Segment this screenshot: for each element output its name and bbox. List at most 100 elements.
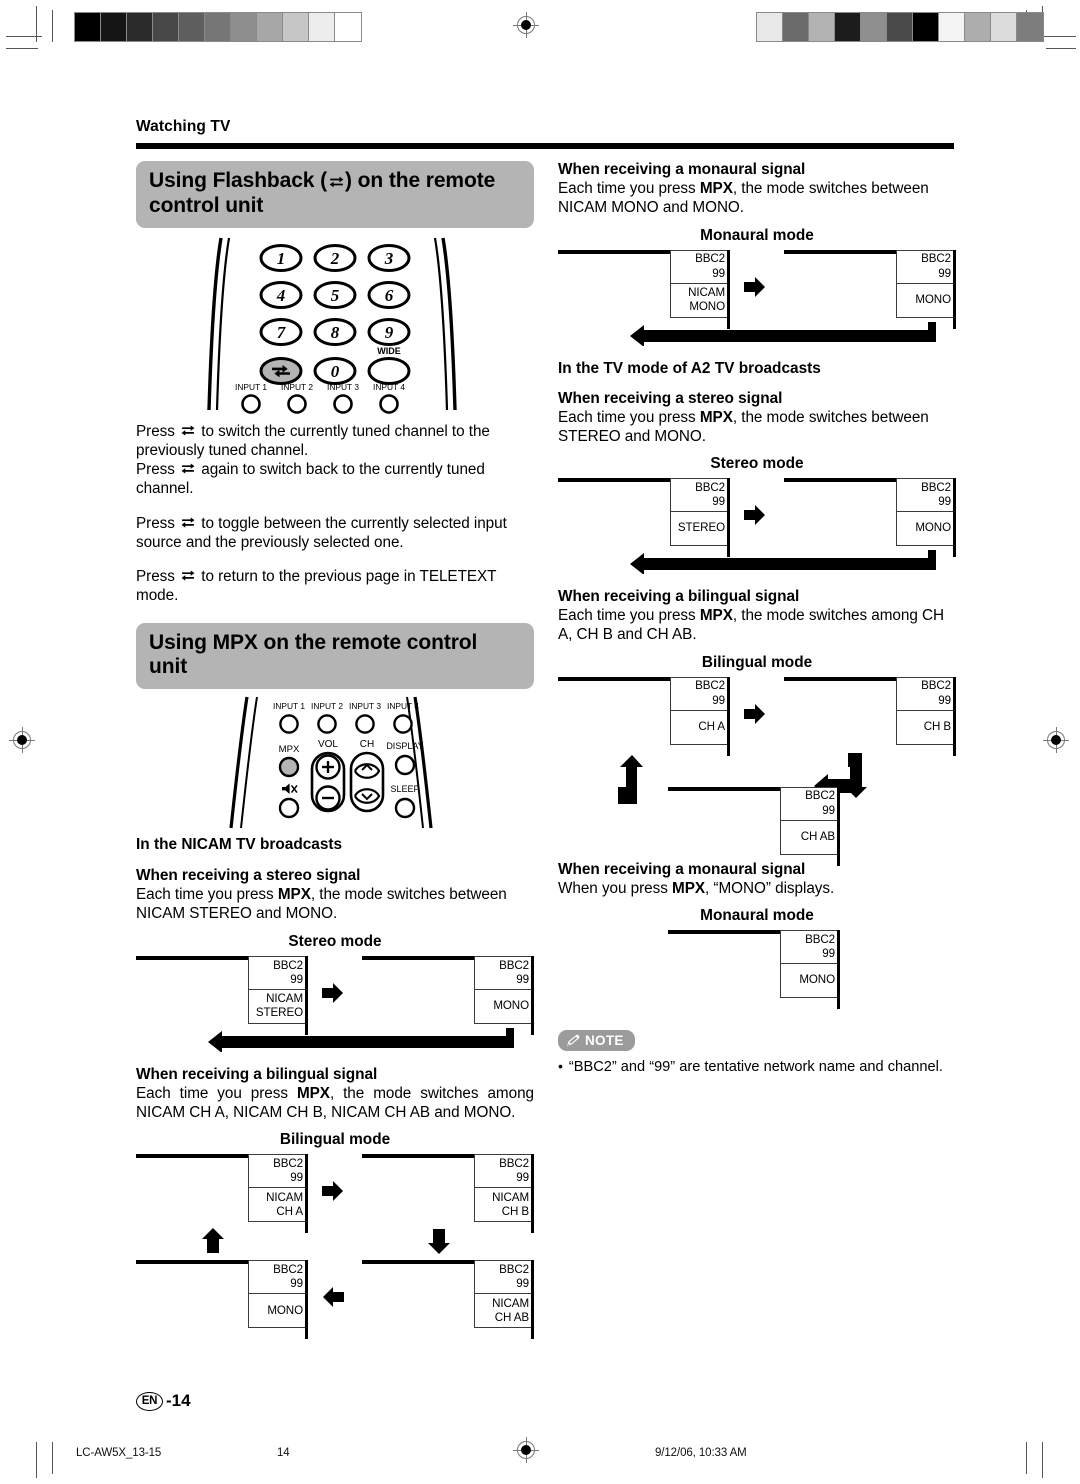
box-network: BBC2	[921, 480, 951, 494]
arrow-right	[743, 504, 767, 526]
box-network: BBC2	[921, 252, 951, 266]
svg-text:MPX: MPX	[279, 744, 300, 755]
registration-mark-top	[513, 12, 539, 38]
grayscale-strip-right	[756, 12, 1044, 42]
flashback-paragraph-3: Press to toggle between the currently se…	[136, 514, 534, 553]
box-channel: 99	[822, 946, 835, 960]
box-network: BBC2	[499, 958, 529, 972]
mpx-keyword: MPX	[699, 408, 733, 426]
arrow-left	[321, 1286, 345, 1308]
box-mode-line2: CH A	[276, 1204, 303, 1218]
crop-mark-br-sep	[1026, 1442, 1028, 1474]
nicam-monaural-pre: Each time you press	[558, 180, 700, 197]
para1-pre: Press	[136, 422, 180, 440]
page-content: Watching TV Using Flashback () on the re…	[136, 118, 957, 1340]
gray-swatch-6	[913, 13, 939, 41]
box-network: BBC2	[805, 932, 835, 946]
nicam-stereo-mode-label: Stereo mode	[288, 932, 382, 950]
a2-monaural-title: When receiving a monaural signal	[558, 860, 806, 878]
svg-text:INPUT 2: INPUT 2	[281, 382, 313, 392]
svg-text:INPUT 3: INPUT 3	[327, 382, 359, 392]
crop-mark-bl-v	[36, 1442, 38, 1478]
mpx-keyword: MPX	[699, 607, 733, 625]
left-column: Using Flashback () on the remote control…	[136, 161, 535, 1340]
manual-page: Watching TV Using Flashback () on the re…	[0, 0, 1080, 1484]
note-bullet: •	[558, 1057, 563, 1074]
gray-swatch-0	[75, 13, 101, 41]
arrow-elbow-up-left	[618, 754, 662, 805]
a2-monaural-pre: When you press	[558, 879, 673, 897]
box-network: BBC2	[499, 1263, 529, 1277]
note-text-row: • “BBC2” and “99” are tentative network …	[558, 1058, 956, 1076]
box-channel: 99	[290, 1171, 303, 1185]
flashback-paragraph-2: Press again to switch back to the curren…	[136, 460, 534, 499]
svg-text:SLEEP: SLEEP	[390, 784, 419, 794]
grayscale-strip-left	[74, 12, 362, 42]
box-network: BBC2	[695, 679, 725, 693]
box-mode-line1: NICAM	[492, 1296, 529, 1310]
a2-bilingual-pre: Each time you press	[558, 607, 700, 625]
box-mode-line2: MONO	[915, 521, 951, 535]
svg-text:5: 5	[331, 286, 340, 305]
gray-swatch-1	[101, 13, 127, 41]
box-network: BBC2	[695, 252, 725, 266]
nicam-stereo-body: Each time you press MPX, the mode switch…	[136, 885, 534, 924]
gray-swatch-10	[1017, 13, 1043, 41]
nicam-bilingual-body: Each time you press MPX, the mode switch…	[136, 1084, 534, 1123]
gray-swatch-9	[991, 13, 1017, 41]
pencil-icon	[566, 1034, 580, 1047]
svg-text:0: 0	[331, 362, 340, 381]
language-badge: EN	[136, 1391, 163, 1411]
a2-bilingual-mode-label: Bilingual mode	[701, 653, 813, 671]
box-network: BBC2	[273, 1263, 303, 1277]
box-mode-line2: CH AB	[800, 830, 835, 844]
two-column-layout: Using Flashback () on the remote control…	[136, 161, 957, 1340]
box-channel: 99	[938, 495, 951, 509]
box-channel: 99	[516, 1277, 529, 1291]
gray-swatch-6	[231, 13, 257, 41]
mpx-keyword: MPX	[672, 879, 706, 897]
box-channel: 99	[516, 972, 529, 986]
gray-swatch-7	[257, 13, 283, 41]
svg-text:WIDE: WIDE	[377, 346, 401, 356]
note-block: NOTE • “BBC2” and “99” are tentative net…	[558, 1029, 956, 1076]
footer-timestamp: 9/12/06, 10:33 AM	[655, 1447, 747, 1459]
note-label: NOTE	[585, 1032, 624, 1048]
nicam-stereo-diagram: BBC2 99 NICAM STEREO BBC2 99 MONO	[136, 955, 535, 1052]
gray-swatch-4	[861, 13, 887, 41]
gray-swatch-3	[153, 13, 179, 41]
nicam-monaural-title: When receiving a monaural signal	[558, 161, 806, 178]
box-mode-line2: MONO	[915, 292, 951, 306]
page-number-block: EN -14	[136, 1391, 191, 1411]
note-text: “BBC2” and “99” are tentative network na…	[568, 1058, 943, 1075]
svg-text:INPUT 1: INPUT 1	[235, 382, 267, 392]
arrow-right	[321, 1180, 345, 1202]
registration-mark-left	[9, 727, 35, 753]
nicam-bilingual-title: When receiving a bilingual signal	[136, 1065, 378, 1083]
gray-swatch-4	[179, 13, 205, 41]
right-column: When receiving a monaural signal Each ti…	[558, 161, 957, 1076]
gray-swatch-1	[783, 13, 809, 41]
box-mode-line2: MONO	[689, 300, 725, 314]
svg-text:9: 9	[385, 323, 394, 342]
gray-swatch-8	[965, 13, 991, 41]
gray-swatch-5	[205, 13, 231, 41]
box-mode-line2: CH B	[923, 720, 951, 734]
section-heading-mpx: Using MPX on the remote control unit	[136, 622, 534, 690]
box-mode-line1: NICAM	[266, 992, 303, 1006]
crop-mark-tr2-h	[1046, 48, 1076, 50]
box-channel: 99	[938, 693, 951, 707]
arrow-right	[743, 703, 767, 725]
arrow-return-left	[618, 321, 936, 346]
box-mode-line1: NICAM	[266, 1190, 303, 1204]
nicam-stereo-title: When receiving a stereo signal	[136, 867, 361, 885]
crop-mark-bl-sep	[52, 1442, 54, 1474]
arrow-return-left	[196, 1027, 514, 1052]
flashback-icon	[180, 568, 196, 583]
a2-broadcasts-heading: In the TV mode of A2 TV broadcasts	[558, 359, 821, 377]
svg-text:8: 8	[331, 323, 340, 342]
crop-mark-tr-h	[1042, 36, 1076, 38]
svg-text:4: 4	[276, 286, 286, 305]
gray-swatch-8	[283, 13, 309, 41]
nicam-monaural-diagram: BBC2 99 NICAM MONO BBC2 99 MONO	[558, 249, 957, 346]
